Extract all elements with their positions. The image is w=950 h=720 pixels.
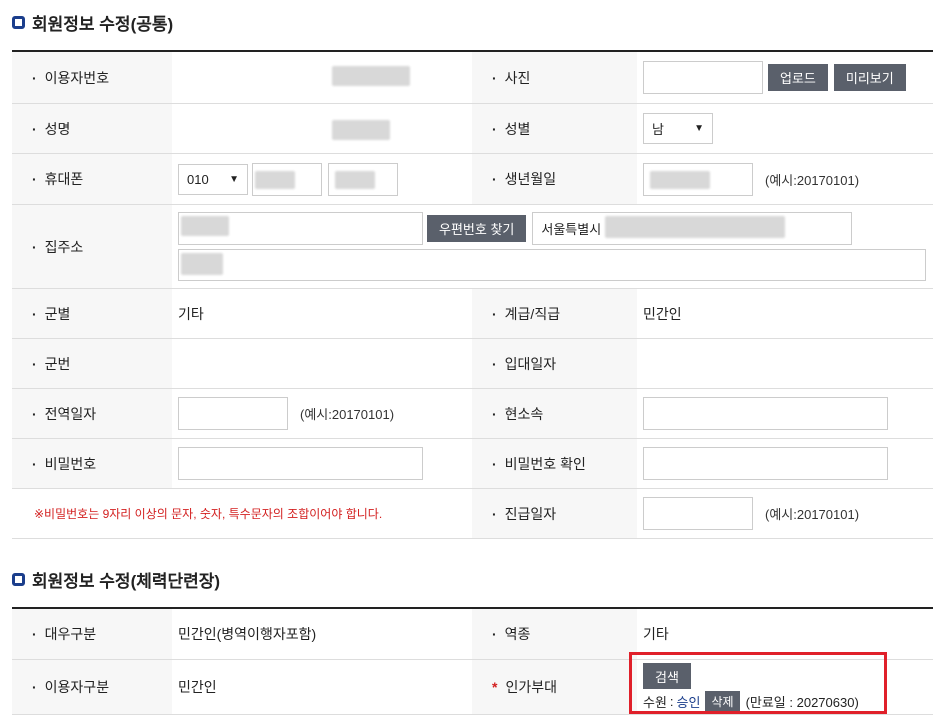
preview-button[interactable]: 미리보기 bbox=[833, 64, 906, 91]
birth-date-input[interactable] bbox=[643, 162, 753, 196]
discharge-date-input[interactable] bbox=[178, 397, 288, 430]
table-row: · 집주소 우편번호 찾기 서울특별시 bbox=[12, 205, 933, 289]
highlight-box bbox=[629, 652, 887, 714]
phone-prefix-select[interactable]: 010 ▼ bbox=[178, 163, 248, 195]
section-bullet-icon bbox=[12, 573, 25, 586]
treatment-value: 민간인(병역이행자포함) bbox=[178, 626, 317, 642]
password-input[interactable] bbox=[178, 447, 423, 480]
find-zip-button[interactable]: 우편번호 찾기 bbox=[427, 215, 527, 242]
password-confirm-input[interactable] bbox=[643, 447, 888, 480]
chevron-down-icon: ▼ bbox=[229, 173, 239, 185]
rank-value: 민간인 bbox=[643, 305, 682, 322]
table-row: ※비밀번호는 9자리 이상의 문자, 숫자, 특수문자의 조합이어야 합니다. … bbox=[12, 489, 933, 539]
section-bullet-icon bbox=[12, 16, 25, 29]
phone-middle-input[interactable] bbox=[252, 162, 322, 196]
user-no-value bbox=[172, 52, 472, 103]
address-input[interactable]: 서울특별시 bbox=[532, 212, 853, 245]
zip-code-input[interactable] bbox=[178, 212, 423, 245]
name-value bbox=[172, 104, 472, 153]
user-type-value: 민간인 bbox=[178, 679, 217, 695]
section-title-gym: 회원정보 수정(체력단련장) bbox=[12, 567, 220, 592]
upload-button[interactable]: 업로드 bbox=[768, 64, 828, 91]
table-row: · 군번 · 입대일자 bbox=[12, 339, 933, 389]
photo-file-input[interactable] bbox=[643, 61, 763, 94]
address-detail-input[interactable] bbox=[178, 249, 926, 281]
branch-value: 기타 bbox=[178, 305, 204, 322]
masked-value bbox=[332, 120, 390, 140]
masked-value bbox=[332, 66, 410, 86]
table-row: · 이용자번호 · 사진 업로드 미리보기 bbox=[12, 52, 933, 104]
section-title-common: 회원정보 수정(공통) bbox=[12, 10, 173, 35]
table-row: · 휴대폰 010 ▼ · 생년월일 (예시:20170101) bbox=[12, 154, 933, 205]
table-row: · 성명 · 성별 남 ▼ bbox=[12, 104, 933, 154]
promotion-date-input[interactable] bbox=[643, 497, 753, 530]
password-warning: ※비밀번호는 9자리 이상의 문자, 숫자, 특수문자의 조합이어야 합니다. bbox=[34, 507, 383, 521]
chevron-down-icon: ▼ bbox=[694, 123, 704, 134]
common-info-table: · 이용자번호 · 사진 업로드 미리보기 · 성명 · 성별 남 ▼ · 휴대폰 010 bbox=[12, 50, 933, 539]
service-type-value: 기타 bbox=[643, 626, 669, 642]
table-row: · 비밀번호 · 비밀번호 확인 bbox=[12, 439, 933, 489]
table-row: · 전역일자 (예시:20170101) · 현소속 bbox=[12, 389, 933, 439]
table-row: · 군별 기타 · 계급/직급 민간인 bbox=[12, 289, 933, 339]
current-unit-input[interactable] bbox=[643, 397, 888, 430]
gender-select[interactable]: 남 ▼ bbox=[643, 113, 713, 144]
phone-last-input[interactable] bbox=[328, 162, 398, 196]
